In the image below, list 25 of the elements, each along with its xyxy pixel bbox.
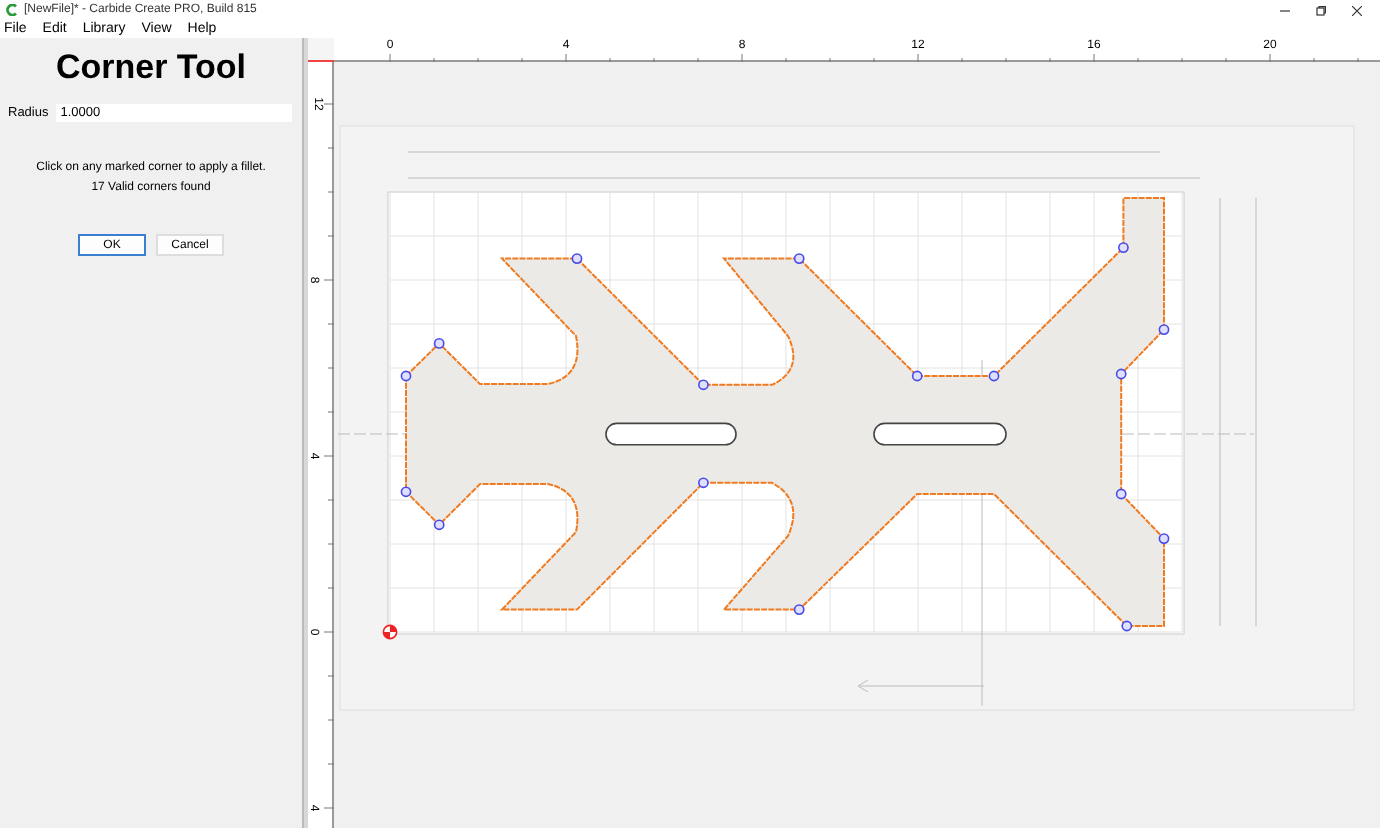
corner-marker[interactable] (698, 379, 709, 391)
corner-marker[interactable] (793, 253, 805, 264)
corner-marker[interactable] (400, 486, 412, 498)
corner-marker[interactable] (1115, 488, 1127, 500)
origin-icon (382, 624, 398, 640)
panel-title: Corner Tool (55, 48, 247, 88)
corner-marker[interactable] (1115, 368, 1127, 380)
corner-marker[interactable] (433, 519, 445, 531)
corner-marker[interactable] (698, 477, 709, 489)
corner-marker[interactable] (911, 370, 923, 382)
minimize-icon[interactable] (1280, 5, 1290, 15)
restore-icon[interactable] (1316, 5, 1326, 15)
slot-outline (605, 422, 737, 446)
corner-marker[interactable] (571, 253, 583, 264)
slot-outline (873, 422, 1007, 446)
corner-marker[interactable] (433, 338, 445, 349)
corner-marker[interactable] (793, 604, 805, 615)
close-icon[interactable] (1352, 5, 1362, 15)
corner-marker[interactable] (1158, 324, 1170, 335)
app-logo-icon (6, 4, 18, 16)
corner-marker[interactable] (400, 370, 412, 382)
corner-marker[interactable] (988, 370, 1000, 382)
corner-marker[interactable] (1121, 620, 1133, 632)
corner-marker[interactable] (1158, 533, 1170, 544)
corner-marker[interactable] (1118, 242, 1129, 253)
